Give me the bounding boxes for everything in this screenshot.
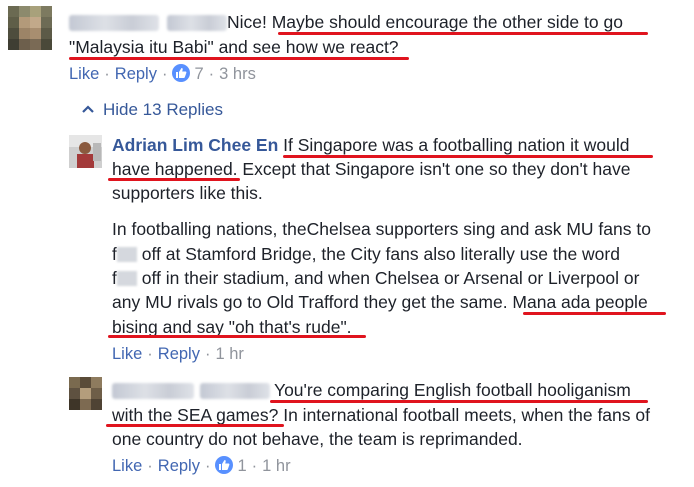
reply-text-underlined: have happened. xyxy=(112,159,238,179)
reaction-count[interactable]: 7 xyxy=(194,65,203,83)
red-underline xyxy=(278,32,648,35)
avatar[interactable] xyxy=(8,6,52,50)
avatar-pixelated-image xyxy=(69,377,102,410)
censored-block xyxy=(116,247,137,262)
avatar-image xyxy=(69,135,102,168)
comment-text: Nice! xyxy=(227,12,272,32)
reply-button[interactable]: Reply xyxy=(115,65,157,83)
author-name[interactable]: Adrian Lim Chee En xyxy=(112,135,278,155)
censored-block xyxy=(116,271,137,286)
blurred-author-name[interactable] xyxy=(69,15,159,32)
reply2-actions: Like · Reply · 1 · 1 hr xyxy=(112,456,291,476)
red-underline xyxy=(270,400,648,403)
reply1-line2: have happened. Except that Singapore isn… xyxy=(112,158,630,180)
comment1-actions: Like · Reply · 7 · 3 hrs xyxy=(69,64,256,84)
red-underline xyxy=(523,312,666,315)
reply-text-underlined: You're comparing English football hoolig… xyxy=(274,380,631,400)
timestamp[interactable]: 3 hrs xyxy=(219,65,256,83)
reply1-para2-line2: f off at Stamford Bridge, the City fans … xyxy=(112,243,620,265)
reply-text: off at Stamford Bridge, the City fans al… xyxy=(136,244,620,264)
reply1-line3: supporters like this. xyxy=(112,183,263,203)
reply-text: off in their stadium, and when Chelsea o… xyxy=(136,268,640,288)
like-button[interactable]: Like xyxy=(112,345,142,363)
comment-text-quoted: Maybe should encourage the other side to… xyxy=(271,12,623,32)
hide-replies-label: Hide 13 Replies xyxy=(103,100,224,119)
blurred-author-name[interactable] xyxy=(112,383,194,400)
comment1-line1: Nice! Maybe should encourage the other s… xyxy=(69,11,623,33)
reply-button[interactable]: Reply xyxy=(158,345,200,363)
reply1-para2-line3: f off in their stadium, and when Chelsea… xyxy=(112,267,639,289)
reply1-line1: Adrian Lim Chee En If Singapore was a fo… xyxy=(112,134,630,156)
hide-replies-toggle[interactable]: Hide 13 Replies xyxy=(82,100,223,120)
separator-dot: · xyxy=(251,457,258,475)
avatar[interactable] xyxy=(69,377,102,410)
reaction-count[interactable]: 1 xyxy=(237,457,246,475)
reply1-para2-line1: In footballing nations, theChelsea suppo… xyxy=(112,219,651,239)
reply-text-underlined: Mana ada people xyxy=(512,292,648,312)
separator-dot: · xyxy=(204,457,211,475)
chevron-up-icon xyxy=(82,105,94,113)
like-reaction-icon[interactable] xyxy=(215,456,234,474)
reply1-para2-line4: any MU rivals go to Old Trafford they ge… xyxy=(112,291,648,313)
like-button[interactable]: Like xyxy=(69,65,99,83)
like-button[interactable]: Like xyxy=(112,457,142,475)
separator-dot: · xyxy=(208,65,215,83)
reply-text: In international football meets, when th… xyxy=(278,405,650,425)
separator-dot: · xyxy=(161,65,168,83)
red-underline xyxy=(106,424,284,427)
reply1-actions: Like · Reply · 1 hr xyxy=(112,344,244,364)
reply-text: any MU rivals go to Old Trafford they ge… xyxy=(112,292,513,312)
timestamp[interactable]: 1 hr xyxy=(262,457,290,475)
reply-text: If Singapore was a footballing nation it… xyxy=(283,135,630,155)
avatar-pixelated-image xyxy=(8,6,52,50)
separator-dot: · xyxy=(104,65,110,83)
reply-button[interactable]: Reply xyxy=(158,457,200,475)
like-reaction-icon[interactable] xyxy=(172,64,191,82)
reply-text-underlined: with the SEA games? xyxy=(112,405,279,425)
blurred-author-name-2[interactable] xyxy=(200,383,270,400)
reply2-line1: You're comparing English football hoolig… xyxy=(112,379,631,401)
timestamp[interactable]: 1 hr xyxy=(215,345,243,363)
reply2-line2: with the SEA games? In international foo… xyxy=(112,404,650,426)
separator-dot: · xyxy=(204,345,211,363)
reply2-line3: one country do not behave, the team is r… xyxy=(112,429,523,449)
red-underline xyxy=(69,57,409,60)
blurred-author-name-2[interactable] xyxy=(167,15,227,32)
comment1-line2: "Malaysia itu Babi" and see how we react… xyxy=(69,37,399,57)
red-underline xyxy=(108,178,240,181)
separator-dot: · xyxy=(147,345,153,363)
avatar[interactable] xyxy=(69,135,102,168)
red-underline xyxy=(108,335,366,338)
separator-dot: · xyxy=(147,457,153,475)
reply-text: Except that Singapore isn't one so they … xyxy=(237,159,631,179)
